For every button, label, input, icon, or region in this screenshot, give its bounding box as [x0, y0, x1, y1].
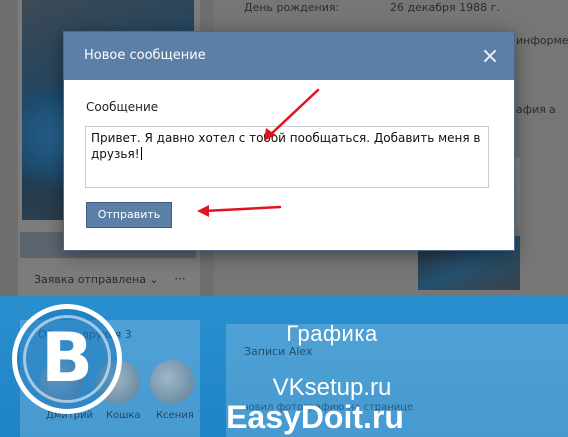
message-textarea[interactable]: Привет. Я давно хотел с тобой пообщаться… — [85, 126, 489, 188]
chevron-down-icon: ⌄ — [149, 273, 159, 286]
dialog-title: Новое сообщение — [84, 48, 206, 63]
friend-request-button[interactable]: Заявка отправлена ⌄ — [20, 268, 160, 292]
more-button[interactable]: ··· — [166, 268, 194, 292]
birthday-label: День рождения: — [244, 1, 340, 14]
watermark-line-grafika: Графика — [286, 321, 378, 346]
watermark-line-vksetup: VKsetup.ru — [272, 374, 392, 401]
info-link-snippet: информе — [516, 34, 568, 47]
text-caret — [140, 147, 142, 160]
tab-snippet-other: а — [549, 103, 556, 116]
birthday-value: 26 декабря 1988 г. — [390, 1, 500, 14]
message-field-label: Сообщение — [86, 100, 159, 114]
tab-snippet-photo: афия — [516, 103, 546, 116]
dialog-header: Новое сообщение — [64, 32, 514, 80]
friend-request-label: Заявка отправлена — [34, 273, 147, 286]
new-message-dialog: Новое сообщение Сообщение Привет. Я давн… — [64, 32, 514, 250]
send-button[interactable]: Отправить — [86, 202, 172, 228]
message-text: Привет. Я давно хотел с тобой пообщаться… — [91, 131, 481, 161]
close-icon[interactable] — [480, 46, 500, 66]
watermark-line-easydoit: EasyDoit.ru — [226, 399, 404, 435]
